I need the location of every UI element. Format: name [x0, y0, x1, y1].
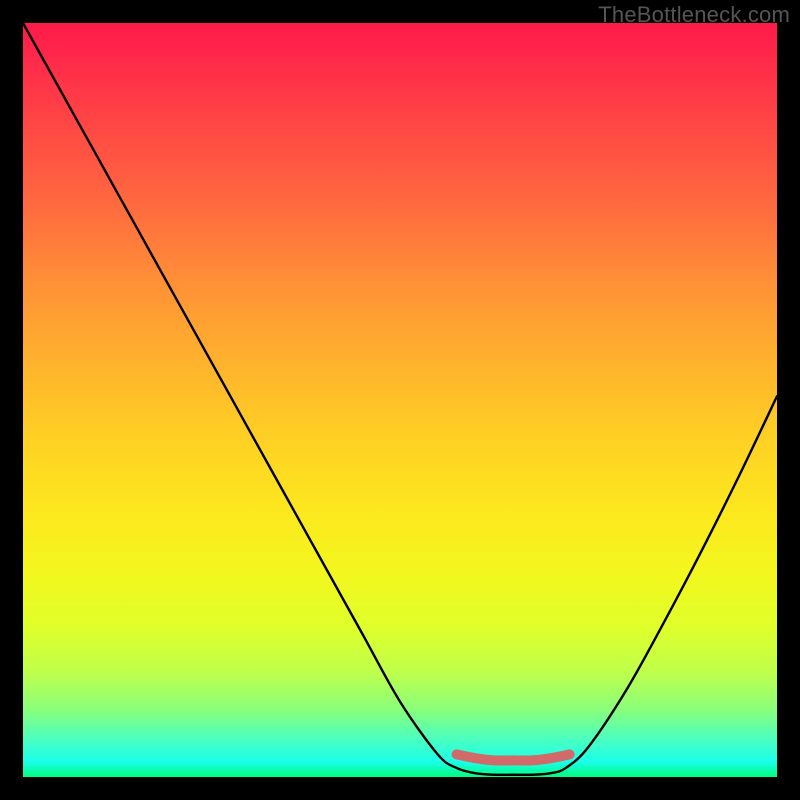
chart-container: TheBottleneck.com [0, 0, 800, 800]
plot-area [23, 23, 777, 777]
flat-bottom-marker-path [457, 754, 570, 760]
bottleneck-curve-path [23, 23, 777, 775]
chart-svg [23, 23, 777, 777]
